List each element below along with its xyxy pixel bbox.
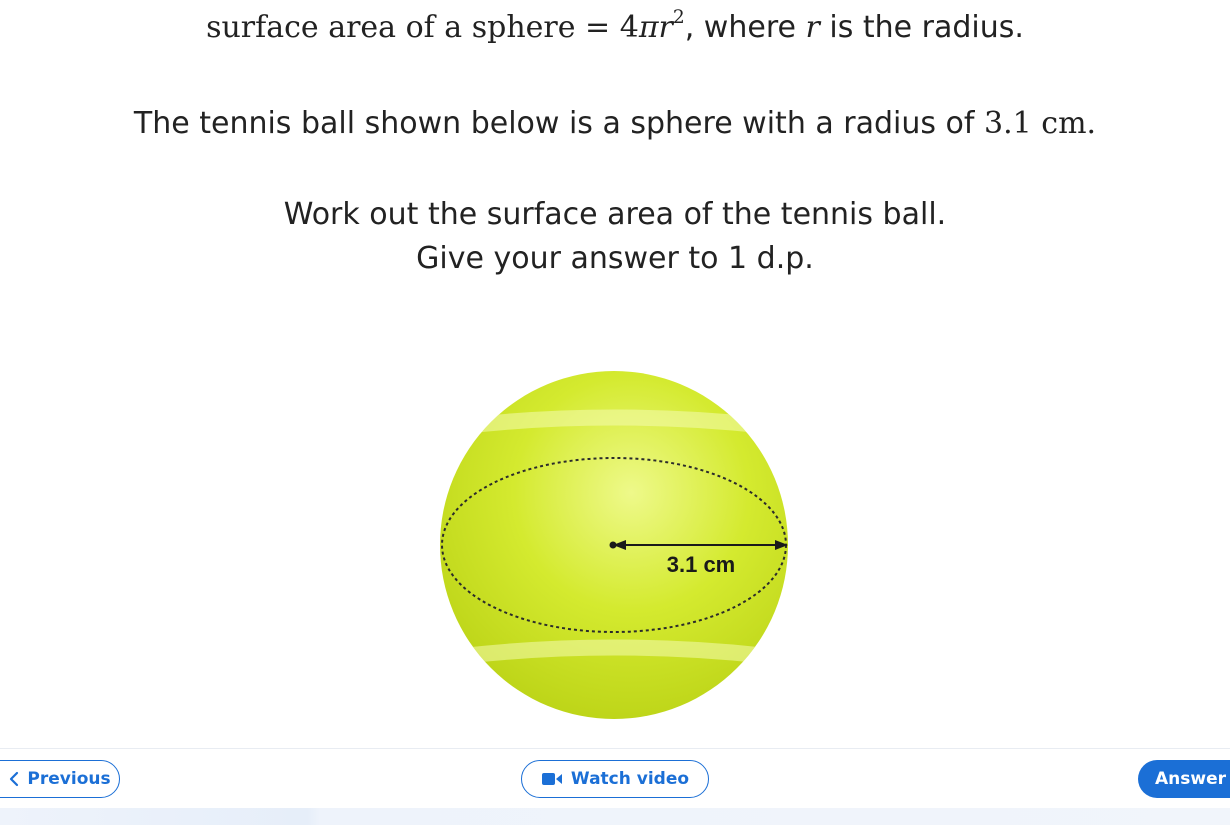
question-page: surface area of a sphere = 4πr2, where r… [0,0,1230,825]
radius-statement-text: The tennis ball shown below is a sphere … [133,106,975,141]
radius-value: 3.1 [984,106,1032,141]
previous-button[interactable]: Previous [0,760,120,798]
formula-prefix: surface area of a sphere [206,10,576,45]
answer-button[interactable]: Answer [1138,760,1230,798]
tennis-ball-diagram: 3.1 cm [440,371,788,719]
formula-pi: π [638,10,659,45]
formula-variable: r [805,10,820,45]
previous-label: Previous [27,769,111,789]
formula-r: r [658,10,673,45]
formula-exponent: 2 [672,7,685,29]
video-camera-icon [541,772,563,786]
radius-label: 3.1 cm [667,552,736,577]
watch-video-button[interactable]: Watch video [521,760,709,798]
rounding-instruction: Give your answer to 1 d.p. [416,241,814,276]
radius-statement: The tennis ball shown below is a sphere … [0,106,1230,142]
footer-band [0,808,1230,825]
task-instruction: Work out the surface area of the tennis … [283,197,947,232]
formula-equals: = [585,10,611,45]
formula-suffix: is the radius. [829,10,1024,45]
chevron-left-icon [9,771,19,787]
watch-video-label: Watch video [570,769,690,789]
tennis-ball-figure: 3.1 cm [430,360,800,730]
formula-coef: 4 [619,10,639,45]
radius-unit: cm. [1041,106,1097,141]
answer-label: Answer [1155,769,1226,789]
formula-where: , where [684,10,796,45]
formula-line: surface area of a sphere = 4πr2, where r… [0,7,1230,46]
